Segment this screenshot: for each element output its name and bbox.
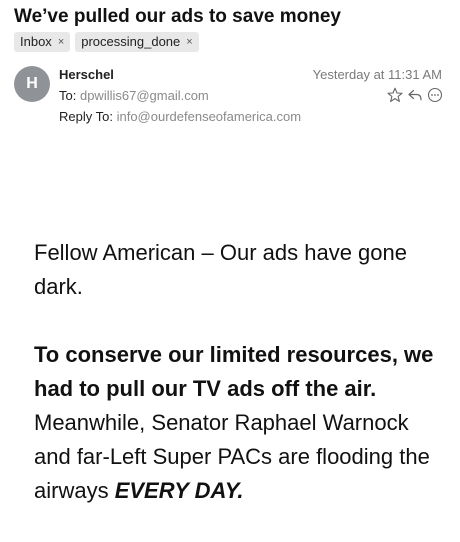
email-subject: We’ve pulled our ads to save money (14, 6, 341, 27)
email-timestamp: Yesterday at 11:31 AM (312, 67, 442, 82)
remove-label-icon[interactable]: × (186, 36, 192, 48)
label-chip-processing-done[interactable]: processing_done × (75, 32, 199, 52)
remove-label-icon[interactable]: × (58, 36, 64, 48)
body-paragraph-1: Fellow American – Our ads have gone dark… (34, 240, 407, 299)
message-actions (386, 86, 444, 104)
body-bold-text: To conserve our limited resources, we ha… (34, 342, 434, 401)
sender-avatar: H (14, 66, 50, 102)
sender-name[interactable]: Herschel (59, 67, 114, 82)
reply-to-label: Reply To: (59, 109, 113, 124)
to-line: To: dpwillis67@gmail.com (59, 88, 209, 103)
label-chip-inbox[interactable]: Inbox × (14, 32, 71, 52)
to-address[interactable]: dpwillis67@gmail.com (80, 88, 209, 103)
label-name: processing_done (81, 34, 181, 49)
email-body: Fellow American – Our ads have gone dark… (34, 236, 444, 542)
body-emphasis-text: EVERY DAY. (114, 478, 244, 503)
more-options-icon[interactable] (426, 86, 444, 104)
reply-to-line: Reply To: info@ourdefenseofamerica.com (59, 109, 301, 124)
to-label: To: (59, 88, 77, 103)
star-icon[interactable] (386, 86, 404, 104)
label-list: Inbox × processing_done × (14, 32, 199, 52)
reply-to-address[interactable]: info@ourdefenseofamerica.com (117, 109, 301, 124)
label-name: Inbox (20, 34, 52, 49)
body-paragraph-2: To conserve our limited resources, we ha… (34, 338, 444, 508)
reply-icon[interactable] (406, 86, 424, 104)
